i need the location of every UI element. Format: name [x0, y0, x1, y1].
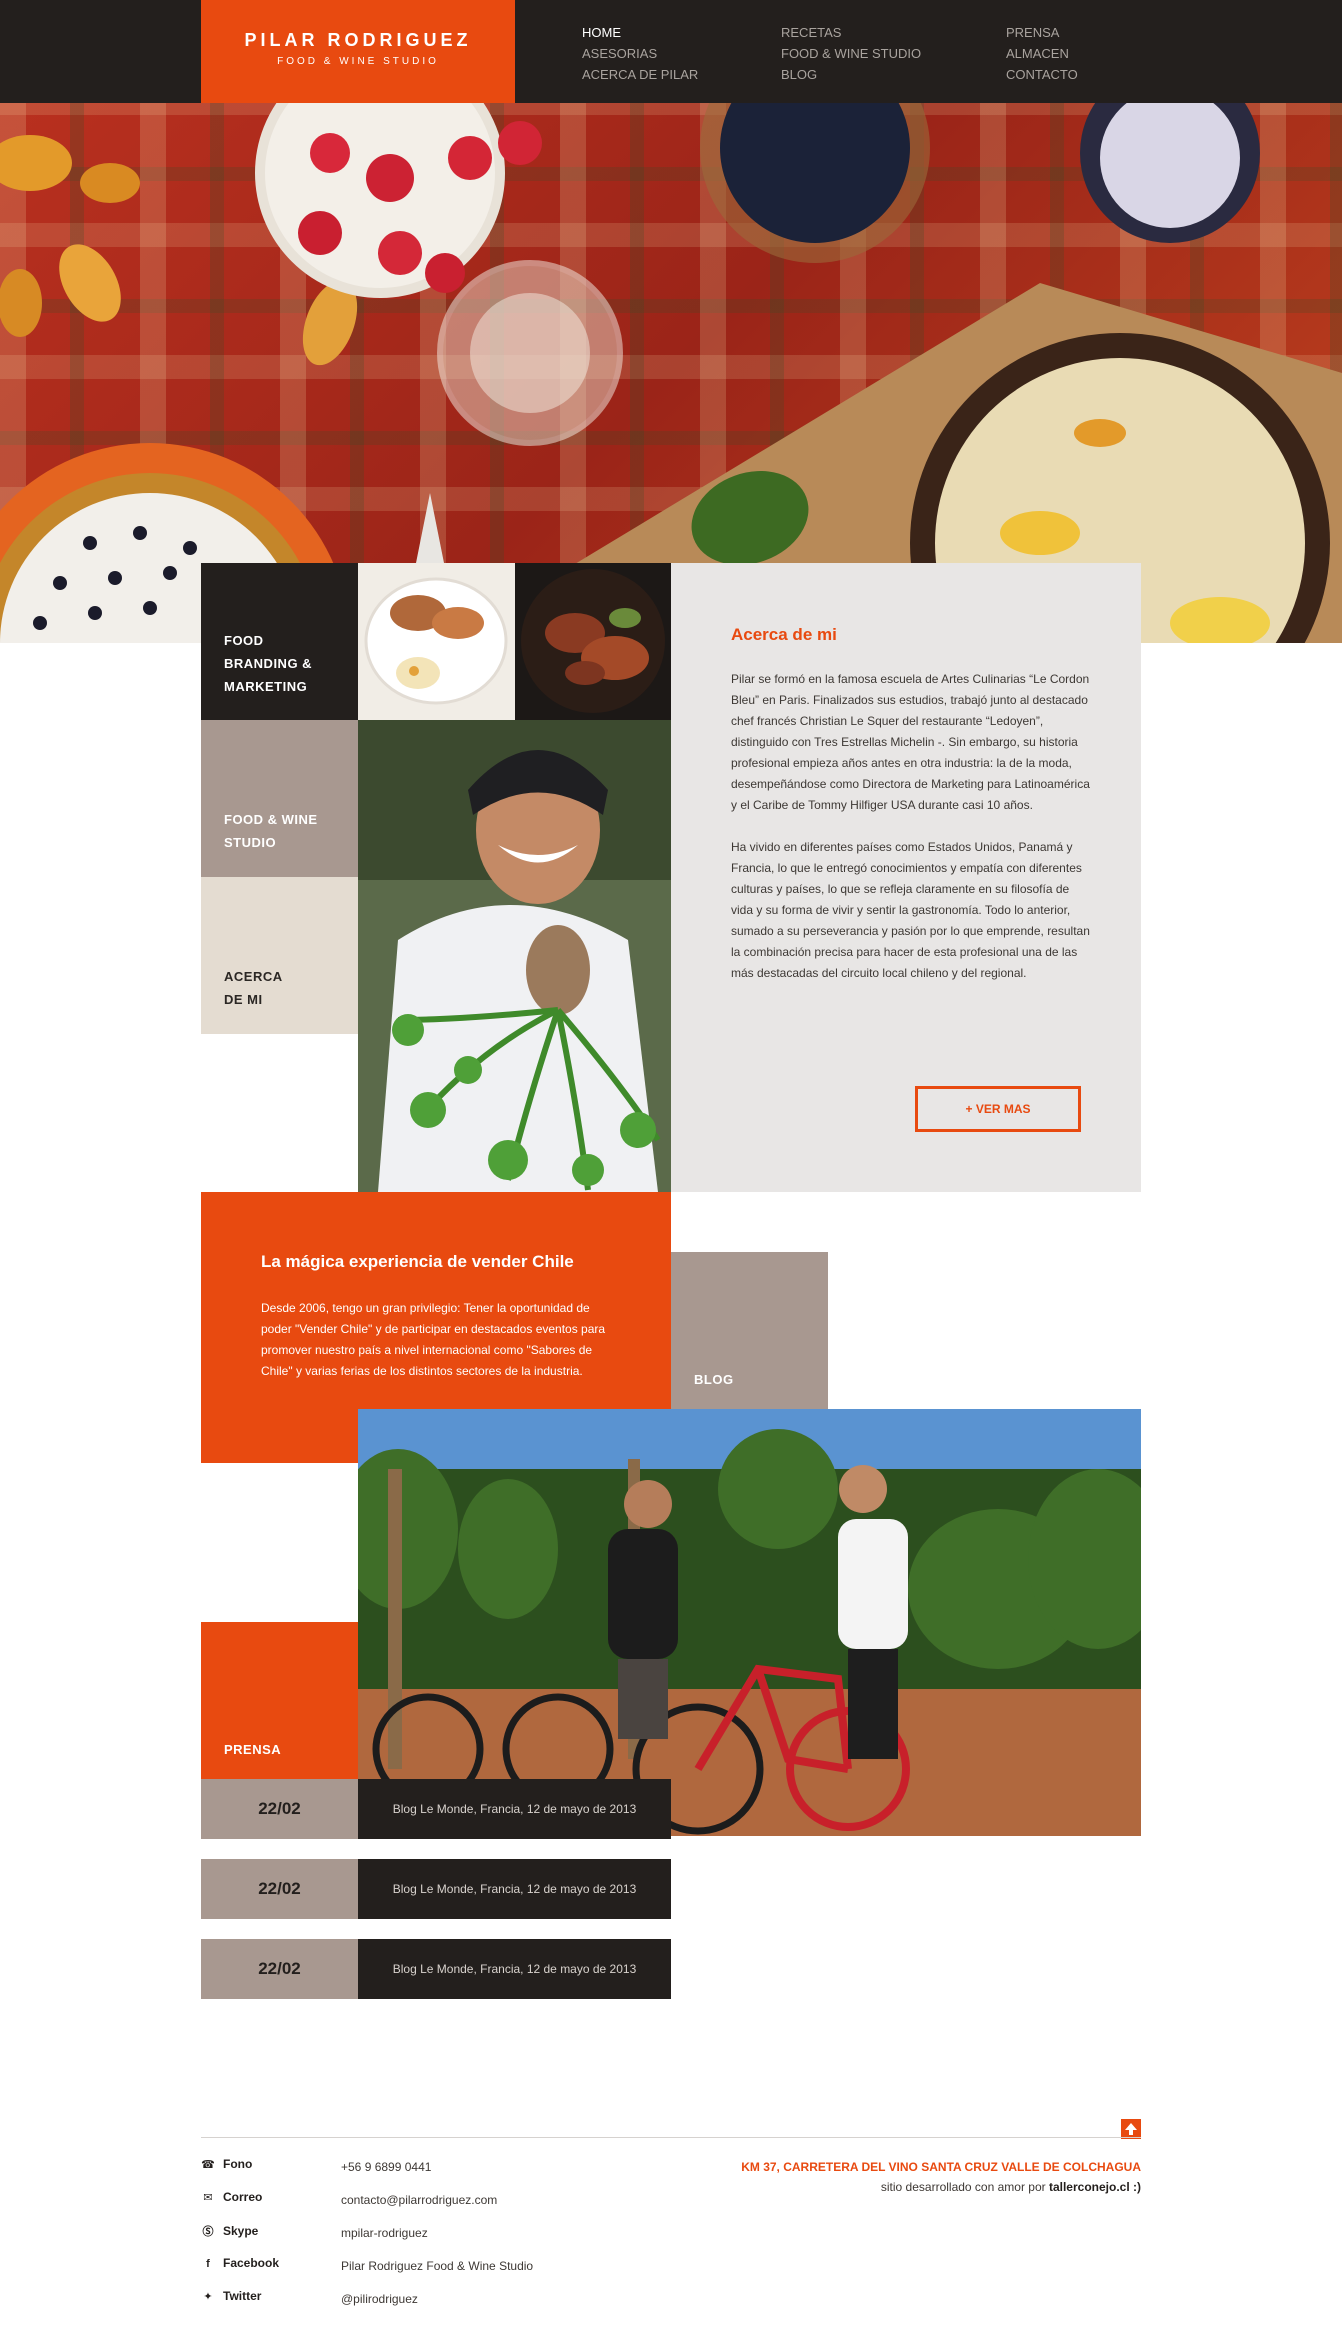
tile-food-wine-studio[interactable]: FOOD & WINE STUDIO: [201, 720, 358, 877]
credit-text: sitio desarrollado con amor por: [880, 2180, 1046, 2194]
dish-photo-2: [515, 563, 671, 720]
press-date: 22/02: [201, 1779, 358, 1839]
footer-skype-value[interactable]: mpilar-rodriguez: [341, 2226, 428, 2240]
about-panel: Acerca de mi Pilar se formó en la famosa…: [671, 563, 1141, 1192]
footer-label-fono: ☎ Fono: [201, 2157, 253, 2171]
phone-icon: ☎: [201, 2159, 215, 2171]
press-text[interactable]: Blog Le Monde, Francia, 12 de mayo de 20…: [358, 1859, 671, 1919]
footer-twitter-value[interactable]: @pilirodriguez: [341, 2292, 418, 2306]
vineyard-bike-photo: [358, 1409, 1141, 1836]
footer-label-skype: Ⓢ Skype: [202, 2224, 259, 2238]
nav-item-food-wine-studio[interactable]: FOOD & WINE STUDIO: [781, 43, 921, 64]
about-paragraph-1: Pilar se formó en la famosa escuela de A…: [731, 672, 1090, 812]
twitter-icon: ✦: [203, 2291, 213, 2303]
tile-blog[interactable]: BLOG: [671, 1252, 828, 1409]
brand-name: PILAR RODRIGUEZ: [244, 30, 472, 50]
top-bar: PILAR RODRIGUEZ FOOD & WINE STUDIO HOME …: [0, 0, 1342, 103]
credit-link[interactable]: tallerconejo.cl :): [1049, 2180, 1141, 2194]
press-item[interactable]: 22/02 Blog Le Monde, Francia, 12 de mayo…: [201, 1859, 671, 1919]
tile-acerca-label: ACERCA DE MI: [224, 969, 283, 1007]
tile-food-branding[interactable]: FOOD BRANDING & MARKETING: [201, 563, 358, 720]
tile-prensa[interactable]: PRENSA: [201, 1622, 358, 1779]
footer-phone-value[interactable]: +56 9 6899 0441: [341, 2160, 431, 2174]
nav-column-1: HOME ASESORIAS ACERCA DE PILAR: [582, 22, 698, 85]
about-text: Pilar se formó en la famosa escuela de A…: [731, 669, 1091, 1005]
brand-logo[interactable]: PILAR RODRIGUEZ FOOD & WINE STUDIO: [201, 0, 515, 103]
dish-photo-1: [358, 563, 515, 720]
press-date: 22/02: [201, 1859, 358, 1919]
arrow-up-icon: [1125, 2123, 1137, 2135]
brand-tagline: FOOD & WINE STUDIO: [277, 56, 439, 67]
nav-item-prensa[interactable]: PRENSA: [1006, 22, 1078, 43]
footer-label-facebook: f Facebook: [201, 2256, 279, 2270]
nav-item-blog[interactable]: BLOG: [781, 64, 921, 85]
nav-item-home[interactable]: HOME: [582, 22, 698, 43]
footer-email-value[interactable]: contacto@pilarrodriguez.com: [341, 2193, 497, 2207]
press-text[interactable]: Blog Le Monde, Francia, 12 de mayo de 20…: [358, 1939, 671, 1999]
press-item[interactable]: 22/02 Blog Le Monde, Francia, 12 de mayo…: [201, 1779, 671, 1839]
mail-icon: ✉: [203, 2192, 213, 2204]
ver-mas-button[interactable]: + VER MAS: [915, 1086, 1081, 1132]
nav-column-2: RECETAS FOOD & WINE STUDIO BLOG: [781, 22, 921, 85]
nav-item-contacto[interactable]: CONTACTO: [1006, 64, 1078, 85]
nav-item-almacen[interactable]: ALMACEN: [1006, 43, 1078, 64]
portrait-photo: [358, 720, 671, 1192]
vender-title: La mágica experiencia de vender Chile: [261, 1252, 574, 1271]
about-paragraph-2: Ha vivido en diferentes países como Esta…: [731, 840, 1090, 980]
press-text[interactable]: Blog Le Monde, Francia, 12 de mayo de 20…: [358, 1779, 671, 1839]
about-title: Acerca de mi: [731, 625, 837, 644]
back-to-top-button[interactable]: [1121, 2119, 1141, 2139]
tile-food-wine-studio-label: FOOD & WINE STUDIO: [224, 812, 318, 850]
facebook-icon: f: [206, 2258, 210, 2270]
footer-label-twitter: ✦ Twitter: [201, 2289, 261, 2303]
footer-facebook-value[interactable]: Pilar Rodriguez Food & Wine Studio: [341, 2259, 533, 2273]
footer-address: KM 37, CARRETERA DEL VINO SANTA CRUZ VAL…: [741, 2160, 1141, 2174]
skype-icon: Ⓢ: [202, 2226, 214, 2238]
tile-food-branding-label: FOOD BRANDING & MARKETING: [224, 633, 313, 694]
footer-credit: sitio desarrollado con amor por tallerco…: [881, 2180, 1141, 2194]
nav-item-recetas[interactable]: RECETAS: [781, 22, 921, 43]
nav-item-acerca-de-pilar[interactable]: ACERCA DE PILAR: [582, 64, 698, 85]
hero-food-photo: [0, 103, 1342, 643]
footer-divider: [201, 2137, 1141, 2138]
tile-acerca-de-mi[interactable]: ACERCA DE MI: [201, 877, 358, 1034]
press-item[interactable]: 22/02 Blog Le Monde, Francia, 12 de mayo…: [201, 1939, 671, 1999]
nav-column-3: PRENSA ALMACEN CONTACTO: [1006, 22, 1078, 85]
nav-item-asesorias[interactable]: ASESORIAS: [582, 43, 698, 64]
tile-prensa-label: PRENSA: [224, 1742, 282, 1757]
tile-blog-label: BLOG: [694, 1372, 734, 1387]
footer-label-correo: ✉ Correo: [201, 2190, 262, 2204]
press-date: 22/02: [201, 1939, 358, 1999]
vender-text: Desde 2006, tengo un gran privilegio: Te…: [261, 1301, 606, 1378]
